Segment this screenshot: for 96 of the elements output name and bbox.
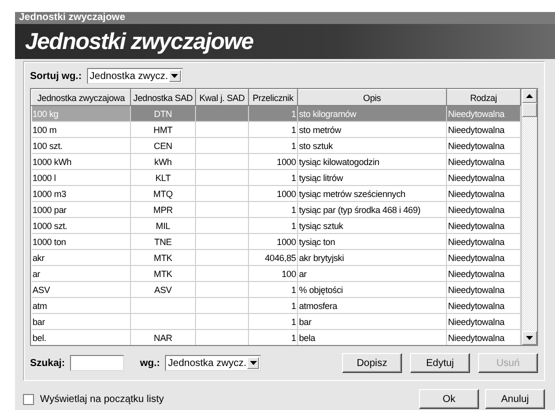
table-cell: MPR [153,204,173,214]
table-cell: MTK [154,268,172,278]
table-cell: akr brytyjski [299,252,344,262]
table-cell: Nieedytowalna [448,236,504,246]
sort-label: Sortuj wg.: [30,70,82,82]
dialog-button[interactable]: Anuluj [485,389,545,409]
table-cell: ASV [32,284,50,294]
table-cell: kWh [154,156,172,166]
table-cell: 100 kg [32,108,58,118]
table-cell: tysiąc par (typ środka 468 i 469) [299,204,420,214]
dialog-button[interactable]: Ok [419,389,479,409]
table-cell: ar [299,268,307,278]
table-cell: 1 [291,124,296,134]
table-cell: 100 szt. [32,140,62,150]
table-cell: Nieedytowalna [448,124,504,134]
scrollbar[interactable] [521,89,537,345]
action-button[interactable]: Dopisz [342,353,402,373]
table-cell: 1000 ton [32,236,66,246]
scroll-thumb[interactable] [522,103,537,117]
table-cell: MTQ [153,188,173,198]
table-cell: MTK [154,252,172,262]
table-cell: 1000 szt. [32,220,68,230]
banner-title: Jednostki zwyczajowe [25,28,254,55]
column-header[interactable]: Jednostka zwyczajowa [32,90,130,106]
table-cell: % objętości [299,284,343,294]
table-cell: 1000 [276,188,296,198]
table-cell: Nieedytowalna [448,172,504,182]
table-cell: 1 [291,172,296,182]
table-cell: 1000 [276,156,296,166]
table-cell: Nieedytowalna [448,108,504,118]
search-label: Szukaj: [30,358,66,368]
column-header[interactable]: Rodzaj [446,90,520,106]
table-cell: 1 [291,316,296,326]
table-cell: KLT [155,172,171,182]
table-cell: 100 m [32,124,57,134]
table-cell: 1000 [276,236,296,246]
table-cell: atm [32,300,47,310]
table-cell: ASV [154,284,172,294]
search-field[interactable] [70,355,124,371]
table-cell: 1 [291,284,296,294]
table-cell: 1000 par [32,204,66,214]
table-cell: Nieedytowalna [448,268,504,278]
table-cell: tysiąc metrów sześciennych [299,188,406,198]
table-cell: Nieedytowalna [448,284,504,294]
table-cell: sto metrów [299,124,342,134]
scroll-down-icon[interactable] [522,331,537,345]
table-cell: 100 [282,268,296,278]
table-cell: 1 [291,220,296,230]
column-header[interactable]: Przelicznik [248,90,298,106]
column-header[interactable]: Kwal j. SAD [196,90,248,106]
table-cell: bel. [32,332,46,342]
sort-dropdown[interactable]: Jednostka zwycz. [86,68,183,84]
table-cell: sto sztuk [299,140,333,150]
search-by-label: wg.: [140,358,160,368]
table-cell: Nieedytowalna [448,316,504,326]
show-first-checkbox[interactable]: Wyświetlaj na początku listy [23,394,164,404]
table-cell: 1 [291,108,296,118]
table-cell: Nieedytowalna [448,140,504,150]
table-cell: bar [299,316,312,326]
table-cell: 1 [291,300,296,310]
table-cell: sto kilogramów [299,108,356,118]
table-cell: Nieedytowalna [448,188,504,198]
table-cell: tysiąc ton [299,236,336,246]
table-cell: TNE [154,236,172,246]
table-cell: bar [32,316,45,326]
table-cell: tysiąc sztuk [299,220,344,230]
table-cell: 1000 m3 [32,188,66,198]
table-cell: tysiąc kilowatogodzin [299,156,380,166]
table-cell: DTN [154,108,172,118]
scroll-up-icon[interactable] [522,89,537,103]
table-cell: bela [299,332,316,342]
table-cell: 1 [291,140,296,150]
column-header[interactable]: Jednostka SAD [130,90,196,106]
table-cell: 1000 kWh [32,156,72,166]
column-header[interactable]: Opis [298,90,446,106]
table-cell: Nieedytowalna [448,204,504,214]
table-cell: 4046,85 [264,252,296,262]
table-cell: Nieedytowalna [448,156,504,166]
table-cell: akr [32,252,44,262]
search-by-dropdown[interactable]: Jednostka zwycz. [165,355,262,371]
table-cell: HMT [154,124,172,134]
table-cell: 1 [291,204,296,214]
table-cell: CEN [154,140,172,150]
table-cell: ar [32,268,40,278]
table-cell: MIL [156,220,170,230]
table-cell: Nieedytowalna [448,252,504,262]
table-cell: Nieedytowalna [448,220,504,230]
table-cell: 1000 l [32,172,56,182]
table-cell: tysiąc litrów [299,172,343,182]
action-button[interactable]: Edytuj [410,353,470,373]
table-cell: Nieedytowalna [448,300,504,310]
table-cell: Nieedytowalna [448,332,504,342]
table-cell: atmosfera [299,300,338,310]
table-cell: NAR [154,332,172,342]
window-title: Jednostki zwyczajowe [15,12,555,24]
table-cell: 1 [291,332,296,342]
